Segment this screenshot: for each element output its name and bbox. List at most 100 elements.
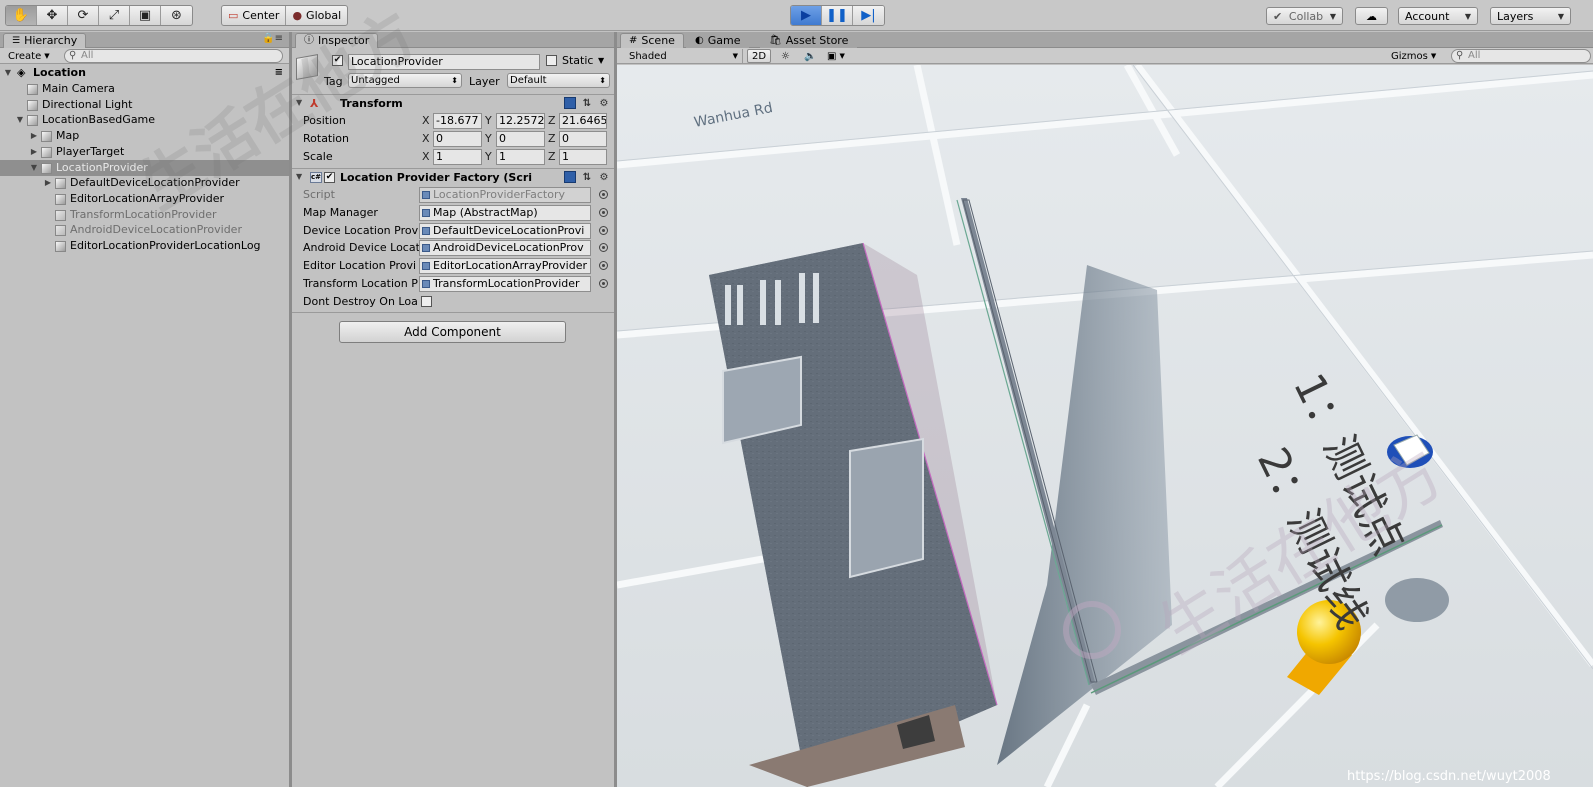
cloud-button[interactable]: ☁ xyxy=(1355,7,1388,25)
scene-search-input[interactable]: ⚲ All xyxy=(1451,49,1591,63)
layers-dropdown[interactable]: Layers ▼ xyxy=(1490,7,1571,25)
object-picker-icon[interactable] xyxy=(599,225,608,235)
fold-closed-icon[interactable]: ▶ xyxy=(29,144,39,160)
hierarchy-search-input[interactable]: ⚲ All xyxy=(64,49,283,63)
object-picker-icon[interactable] xyxy=(599,279,608,288)
transform-scale-z-field[interactable]: 1 xyxy=(559,149,607,165)
transform-tool-button[interactable]: ⊛ xyxy=(161,6,192,25)
player-shadow xyxy=(1385,578,1449,622)
tab-icon: ◐ xyxy=(695,35,704,46)
object-field[interactable]: EditorLocationArrayProvider xyxy=(419,258,591,275)
help-book-icon[interactable] xyxy=(564,171,576,183)
object-reference-icon xyxy=(422,208,430,217)
transform-rotation-y-field[interactable]: 0 xyxy=(496,131,545,147)
pivot-mode-button[interactable]: ▭ Center xyxy=(222,6,287,25)
lighting-toggle[interactable]: ☼ xyxy=(777,49,794,63)
rect-tool-button[interactable]: ▣ xyxy=(130,6,161,25)
rotate-tool-button[interactable]: ⟳ xyxy=(68,6,99,25)
component-divider xyxy=(292,312,614,313)
effects-dropdown[interactable]: ▣ ▼ xyxy=(823,49,849,63)
fold-open-icon[interactable]: ▼ xyxy=(29,160,39,176)
search-icon: ⚲ xyxy=(1456,50,1464,61)
fold-closed-icon[interactable]: ▶ xyxy=(43,175,53,191)
hierarchy-item[interactable]: EditorLocationProviderLocationLog xyxy=(0,238,289,254)
hierarchy-item[interactable]: EditorLocationArrayProvider xyxy=(0,191,289,207)
gizmos-dropdown[interactable]: Gizmos ▼ xyxy=(1387,49,1440,63)
hierarchy-item-label: Map xyxy=(56,129,80,143)
gear-icon[interactable]: ⚙ xyxy=(598,97,610,109)
add-component-button[interactable]: Add Component xyxy=(339,321,566,343)
inspector-panel: ⓘ Inspector ✔ LocationProvider Static ▼ … xyxy=(292,32,614,787)
fold-open-icon[interactable]: ▼ xyxy=(15,112,25,128)
hand-tool-button[interactable]: ✋ xyxy=(6,6,37,25)
chevron-down-icon[interactable]: ▼ xyxy=(598,56,604,65)
create-dropdown[interactable]: Create ▼ xyxy=(4,49,54,63)
account-dropdown[interactable]: Account ▼ xyxy=(1398,7,1478,25)
preset-icon[interactable]: ⇅ xyxy=(581,97,593,109)
static-label: Static xyxy=(562,54,594,67)
tab-scene[interactable]: # Scene xyxy=(620,33,684,48)
transform-position-x-field[interactable]: -18.677 xyxy=(433,113,482,129)
layer-label: Layer xyxy=(469,75,500,88)
transform-tool-icon: ⊛ xyxy=(171,8,182,23)
panel-menu-icon[interactable]: 🔒≡ xyxy=(262,33,283,44)
speaker-icon: 🔈 xyxy=(804,50,817,62)
transform-rotation-z-field[interactable]: 0 xyxy=(559,131,607,147)
hand-tool-icon: ✋ xyxy=(12,8,30,23)
play-button[interactable]: ▶ xyxy=(791,6,822,25)
object-field[interactable]: DefaultDeviceLocationProvi xyxy=(419,222,591,239)
scene-viewport[interactable]: Wanhua Rd 1：测试点 2：测试线 生活在他方 https://blog… xyxy=(617,65,1593,787)
object-picker-icon[interactable] xyxy=(599,261,608,271)
object-reference-icon xyxy=(422,262,430,271)
object-picker-icon[interactable] xyxy=(599,243,608,253)
chevron-down-icon: ▼ xyxy=(732,52,738,60)
tab-hierarchy[interactable]: ☰ Hierarchy xyxy=(3,33,87,48)
transform-scale-y-field[interactable]: 1 xyxy=(496,149,545,165)
hierarchy-item[interactable]: AndroidDeviceLocationProvider xyxy=(0,222,289,238)
gear-icon[interactable]: ⚙ xyxy=(598,171,610,183)
step-button[interactable]: ▶| xyxy=(853,6,884,25)
help-book-icon[interactable] xyxy=(564,97,576,109)
scale-tool-button[interactable]: ⤢ xyxy=(99,6,130,25)
collab-dropdown[interactable]: ✔ Collab ▼ xyxy=(1266,7,1343,25)
tab-game[interactable]: ◐ Game xyxy=(686,33,750,48)
transform-position-z-field[interactable]: 21.6465 xyxy=(559,113,607,129)
object-field[interactable]: Map (AbstractMap) xyxy=(419,204,591,221)
collab-label: Collab xyxy=(1288,9,1324,23)
factory-title: Location Provider Factory (Scri xyxy=(340,171,533,184)
transform-scale-x-field[interactable]: 1 xyxy=(433,149,482,165)
fold-closed-icon[interactable]: ▶ xyxy=(29,128,39,144)
object-field[interactable]: AndroidDeviceLocationProv xyxy=(419,240,591,257)
static-checkbox[interactable] xyxy=(546,55,557,66)
transform-rotation-x-field[interactable]: 0 xyxy=(433,131,482,147)
factory-field-row: Transform Location P TransformLocationPro… xyxy=(292,275,614,293)
factory-field-value: AndroidDeviceLocationProv xyxy=(433,241,584,255)
move-tool-button[interactable]: ✥ xyxy=(37,6,68,25)
chevron-down-icon: ▼ xyxy=(1557,11,1564,21)
factory-header[interactable]: ▼ c# ✔ Location Provider Factory (Scri ⇅… xyxy=(292,168,614,186)
transform-position-y-field[interactable]: 12.2572 xyxy=(496,113,545,129)
tab-asset-store[interactable]: 🛍 Asset Store xyxy=(760,33,858,48)
object-field[interactable]: TransformLocationProvider xyxy=(419,276,591,292)
audio-toggle[interactable]: 🔈 xyxy=(800,49,820,63)
hierarchy-item[interactable]: TransformLocationProvider xyxy=(0,207,289,223)
object-picker-icon[interactable] xyxy=(599,190,608,199)
factory-field-value: DefaultDeviceLocationProvi xyxy=(433,223,585,237)
preset-icon[interactable]: ⇅ xyxy=(581,171,593,183)
pause-button[interactable]: ❚❚ xyxy=(822,6,853,25)
gameobject-cube-icon xyxy=(55,209,66,221)
object-picker-icon[interactable] xyxy=(599,207,608,217)
gameobject-cube-icon xyxy=(41,131,52,143)
axis-x-label: X xyxy=(422,132,430,145)
dont-destroy-row: Dont Destroy On Loa xyxy=(292,293,614,311)
shading-mode-dropdown[interactable]: Shaded ▼ xyxy=(625,49,743,63)
chevron-down-icon: ▼ xyxy=(839,52,845,60)
factory-field-label: Map Manager xyxy=(303,205,378,219)
factory-field-value: TransformLocationProvider xyxy=(433,277,580,290)
mode-2d-toggle[interactable]: 2D xyxy=(747,49,772,63)
component-enabled-checkbox[interactable]: ✔ xyxy=(324,172,335,183)
dont-destroy-checkbox[interactable] xyxy=(421,296,432,307)
fold-open-icon: ▼ xyxy=(296,172,303,181)
gameobject-cube-icon xyxy=(27,115,38,127)
layer-dropdown[interactable]: Default ⬍ xyxy=(507,73,610,88)
